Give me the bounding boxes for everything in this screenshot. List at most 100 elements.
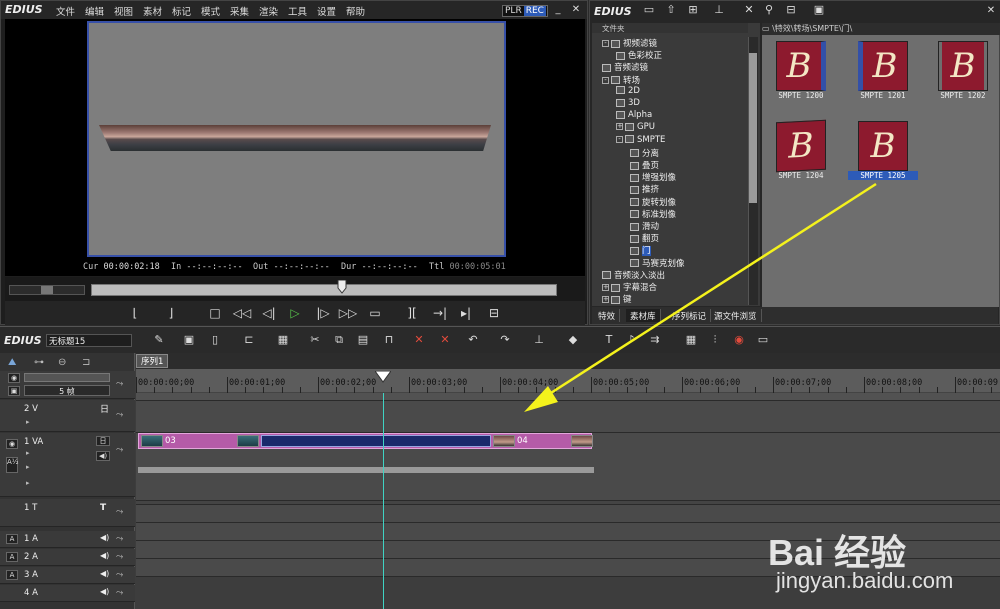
visibility-icon[interactable]: ◉: [8, 373, 20, 383]
track-va1-sync-icon[interactable]: 日: [96, 436, 110, 446]
a2-speaker-icon[interactable]: ◀): [100, 551, 109, 560]
tree-item[interactable]: 叠页: [630, 159, 659, 171]
plr-label[interactable]: PLR: [503, 6, 524, 16]
menu-edit[interactable]: 编辑: [85, 4, 104, 18]
menu-help[interactable]: 帮助: [346, 4, 365, 18]
menu-view[interactable]: 视图: [114, 4, 133, 18]
track-va1-settings-icon[interactable]: ⤳: [116, 445, 123, 455]
a4-speaker-icon[interactable]: ◀): [100, 587, 109, 596]
new-project-icon[interactable]: ▯: [206, 333, 224, 346]
step-back-icon[interactable]: ◁|: [259, 303, 279, 323]
playhead-line[interactable]: [383, 393, 384, 609]
tree-item[interactable]: 门: [630, 244, 651, 257]
tree-item[interactable]: + 键: [602, 293, 632, 305]
insert-icon[interactable]: ][: [401, 303, 423, 323]
tree-item[interactable]: + GPU: [616, 122, 655, 134]
track-t1-settings-icon[interactable]: ⤳: [116, 507, 123, 517]
redo-icon[interactable]: ↷: [496, 333, 514, 346]
project-title-field[interactable]: 无标题15: [46, 334, 132, 347]
set-out-icon[interactable]: ⌋: [161, 303, 181, 323]
new-sequence-icon[interactable]: ✎: [150, 333, 168, 346]
expand-icon[interactable]: ▸: [26, 463, 30, 471]
timeline-add-icon[interactable]: ⊥: [710, 3, 728, 16]
a3-speaker-icon[interactable]: ◀): [100, 569, 109, 578]
link-icon[interactable]: ⊖: [58, 357, 66, 368]
tree-item[interactable]: Alpha: [616, 110, 652, 122]
clip-smpte-1200[interactable]: B SMPTE 1200: [776, 41, 828, 100]
tree-item[interactable]: 滑动: [630, 220, 659, 232]
delete-icon[interactable]: ✕: [740, 3, 758, 16]
ruler-settings-icon[interactable]: ⤳: [116, 379, 123, 389]
a2-patch-icon[interactable]: A: [6, 552, 18, 562]
close-icon[interactable]: ✕: [571, 5, 581, 15]
delete-clip-icon[interactable]: ✕: [410, 333, 428, 346]
expand-icon[interactable]: +: [616, 123, 623, 131]
set-marker-icon[interactable]: ⊥: [530, 333, 548, 346]
clip-thumbnail[interactable]: B: [938, 41, 988, 91]
tree-scroll-thumb[interactable]: [749, 53, 757, 203]
menu-marker[interactable]: 标记: [172, 4, 191, 18]
transition-block[interactable]: [261, 435, 491, 447]
step-forward-icon[interactable]: |▷: [313, 303, 333, 323]
audio-icon[interactable]: ♪: [622, 333, 640, 346]
track-v2-sync-icon[interactable]: 日: [100, 402, 109, 415]
track-va1[interactable]: ◉ A½ 1 VA 日 ◀) ▸ ▸ ▸ ⤳: [0, 433, 135, 497]
playhead-marker-icon[interactable]: [375, 371, 391, 383]
menu-mode[interactable]: 模式: [201, 4, 220, 18]
clip-thumbnail[interactable]: B: [858, 121, 908, 171]
track-v2[interactable]: 2 V 日 ▸ ⤳: [0, 400, 135, 432]
sync-icon[interactable]: ▦: [682, 333, 700, 346]
a2-settings-icon[interactable]: ⤳: [116, 552, 123, 562]
layout-icon[interactable]: ▭: [754, 333, 772, 346]
ripple-delete-icon[interactable]: ✕: [436, 333, 454, 346]
menu-capture[interactable]: 采集: [230, 4, 249, 18]
tree-item[interactable]: - SMPTE: [616, 135, 665, 147]
bin-close-icon[interactable]: ✕: [986, 6, 996, 16]
open-project-icon[interactable]: ⊏: [240, 333, 258, 346]
add-clip-icon[interactable]: ⊞: [684, 3, 702, 16]
capture-icon[interactable]: ▣: [180, 333, 198, 346]
snap-icon[interactable]: ⊐: [82, 357, 90, 368]
tree-item[interactable]: 翻页: [630, 232, 659, 244]
tree-item[interactable]: - 转场: [602, 74, 640, 86]
a1-speaker-icon[interactable]: ◀): [100, 533, 109, 542]
render-icon[interactable]: ⇉: [646, 333, 664, 346]
rec-label[interactable]: REC: [523, 6, 546, 16]
fast-forward-icon[interactable]: ▷▷: [337, 303, 359, 323]
clip-thumbnail[interactable]: B: [858, 41, 908, 91]
tree-item[interactable]: - 视频滤镜: [602, 37, 657, 49]
paste-icon[interactable]: ▤: [354, 333, 372, 346]
clip-smpte-1205[interactable]: B SMPTE 1205: [848, 121, 918, 180]
position-slider[interactable]: [91, 284, 557, 296]
collapse-icon[interactable]: -: [602, 40, 609, 47]
tree-item[interactable]: 音频淡入淡出: [602, 269, 665, 281]
menu-render[interactable]: 渲染: [259, 4, 278, 18]
clip-smpte-1201[interactable]: B SMPTE 1201: [858, 41, 910, 100]
audio-a12-icon[interactable]: A½: [6, 457, 19, 473]
tree-item[interactable]: 旋转划像: [630, 196, 676, 208]
collapse-icon[interactable]: -: [616, 135, 623, 143]
expand-icon[interactable]: ▸: [26, 418, 30, 426]
lock-track-icon[interactable]: ▣: [8, 386, 20, 396]
track-v2-settings-icon[interactable]: ⤳: [116, 410, 123, 420]
video-visibility-icon[interactable]: ◉: [6, 439, 18, 449]
zoom-bar[interactable]: [24, 373, 110, 382]
tab-bin[interactable]: 素材库: [626, 309, 661, 322]
sync-lock-icon[interactable]: ⊶: [34, 357, 44, 368]
track-a2[interactable]: A 2 A ◀) ⤳: [0, 549, 135, 566]
expand-icon[interactable]: +: [602, 284, 609, 291]
undo-icon[interactable]: ↶: [464, 333, 482, 346]
tree-item[interactable]: + 字幕混合: [602, 281, 657, 293]
view-mode-icon[interactable]: ⊟: [782, 3, 800, 16]
tab-source-browser[interactable]: 源文件浏览: [710, 309, 762, 322]
timeline-ruler[interactable]: 00:00:00;00 00:00:01;00 00:00:02;00 00:00:0…: [136, 369, 1000, 393]
tab-sequence-markers[interactable]: 序列标记: [668, 309, 712, 322]
loop-icon[interactable]: ▭: [365, 303, 385, 323]
clip-thumbnail[interactable]: B: [776, 41, 826, 91]
clip-thumbnail[interactable]: B: [776, 119, 826, 173]
a1-patch-icon[interactable]: A: [6, 534, 18, 544]
clip-smpte-1204[interactable]: B SMPTE 1204: [776, 119, 828, 180]
a1-settings-icon[interactable]: ⤳: [116, 534, 123, 544]
overwrite-icon[interactable]: →|: [429, 303, 451, 323]
plr-rec-toggle[interactable]: PLR REC: [502, 5, 548, 17]
